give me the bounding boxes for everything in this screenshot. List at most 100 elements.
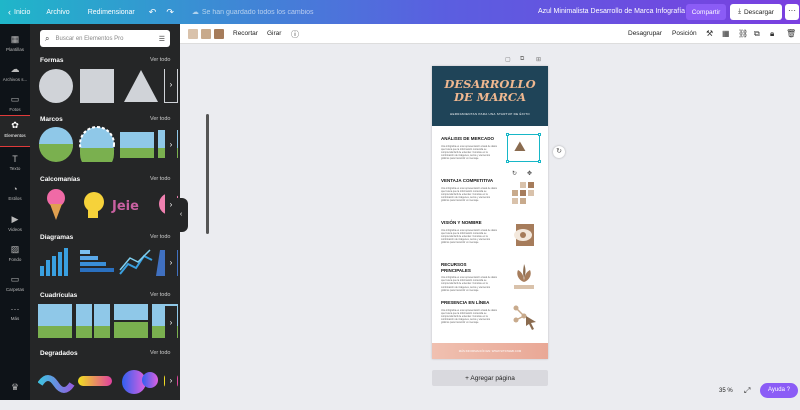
diagrams-thumbnails[interactable] (38, 246, 178, 278)
document-title[interactable]: Azul Minimalista Desarrollo de Marca Inf… (538, 8, 685, 15)
chevron-left-icon: ‹ (8, 7, 11, 17)
resize-menu[interactable]: Redimensionar (88, 9, 135, 16)
search-input[interactable]: ⌕ Buscar en Elementos Pro ☰ (40, 30, 170, 47)
cursor-network-icon[interactable] (512, 304, 538, 330)
see-all-grids[interactable]: Ver todo (150, 292, 171, 298)
transparency-icon[interactable]: ▦ (722, 29, 730, 38)
infographic-header: DESARROLLO DE MARCA HERRAMIENTAS PARA UNA… (432, 66, 548, 126)
save-status: ☁ Se han guardado todos los cambios (191, 8, 314, 17)
collapse-panel-button[interactable]: ‹ (174, 198, 188, 232)
see-all-diagrams[interactable]: Ver todo (150, 234, 171, 240)
zoom-level[interactable]: 35 % (719, 388, 733, 394)
help-button[interactable]: Ayuda ? (760, 383, 798, 398)
infographic-title[interactable]: DESARROLLO DE MARCA (432, 78, 548, 104)
sidebar-item-styles[interactable]: ◔ Estilos (0, 180, 30, 210)
crop-button[interactable]: Recortar (233, 30, 258, 37)
cloud-check-icon: ☁ (191, 9, 199, 16)
copy-icon[interactable]: ⧉ (754, 29, 760, 39)
left-sidebar: ▦ Plantillas ☁ Archivos s... ▭ Fotos ✿ Eleme… (0, 24, 31, 400)
stickers-thumbnails[interactable]: Jeie (38, 186, 178, 222)
position-button[interactable]: Posición (672, 30, 697, 37)
design-page[interactable]: DESARROLLO DE MARCA HERRAMIENTAS PARA UNA… (432, 66, 548, 359)
folder-icon: ▭ (10, 274, 20, 284)
scroll-right-grids[interactable]: › (165, 306, 177, 340)
download-icon: ⤓ (738, 8, 741, 15)
scroll-right-frames[interactable]: › (165, 128, 177, 162)
rotate-icon[interactable]: ↻ (512, 170, 517, 177)
see-all-shapes[interactable]: Ver todo (150, 57, 171, 63)
move-icon[interactable]: ✥ (527, 170, 532, 177)
infographic-footer[interactable]: MÁS INFORMACIÓN EN: WWW.SITIOWEB.COM (432, 343, 548, 359)
frames-thumbnails[interactable] (38, 126, 178, 162)
filter-icon[interactable]: ☰ (159, 35, 165, 43)
lock-icon[interactable]: 🔒︎ (770, 29, 774, 39)
more-options-button[interactable]: ··· (785, 4, 799, 20)
undo-button[interactable]: ↶ (149, 7, 157, 18)
grid-squares-icon[interactable] (512, 182, 536, 206)
sidebar-item-uploads[interactable]: ☁ Archivos s... (0, 60, 30, 90)
video-icon: ▶ (11, 214, 19, 224)
sidebar-item-templates[interactable]: ▦ Plantillas (0, 30, 30, 60)
link-icon[interactable]: ⛓ (738, 29, 748, 38)
more-icon: ··· (10, 304, 20, 314)
grids-thumbnails[interactable] (38, 304, 178, 340)
sidebar-item-more[interactable]: ··· Más (0, 300, 30, 330)
scroll-right-gradients[interactable]: › (165, 364, 177, 398)
ungroup-button[interactable]: Desagrupar (628, 30, 662, 37)
color-swatch-2[interactable] (201, 29, 211, 39)
sidebar-item-background[interactable]: ▨ Fondo (0, 240, 30, 270)
resize-handle[interactable] (506, 160, 509, 163)
svg-text:Jeie: Jeie (111, 199, 139, 214)
top-bar: ‹ Inicio Archivo Redimensionar ↶ ↷ ☁ Se ha… (0, 0, 800, 24)
photo-icon: ▭ (10, 94, 20, 104)
sidebar-item-elements[interactable]: ✿ Elementos (0, 115, 31, 147)
info-icon[interactable]: ⓘ (291, 29, 299, 40)
share-button[interactable]: Compartir (686, 4, 726, 20)
text-icon: T (12, 154, 18, 164)
download-button[interactable]: ⤓ Descargar (730, 4, 782, 20)
redo-button[interactable]: ↷ (166, 7, 174, 18)
duplicate-page-icon[interactable]: ⧉ (520, 56, 524, 63)
undo-icon: ↶ (148, 6, 157, 17)
file-menu[interactable]: Archivo (46, 9, 69, 16)
resize-handle[interactable] (538, 160, 541, 163)
page-note-icon[interactable]: ▢ (505, 56, 511, 63)
shapes-thumbnails[interactable] (38, 68, 178, 104)
section-title-diagrams: Diagramas (40, 234, 74, 241)
see-all-frames[interactable]: Ver todo (150, 116, 171, 122)
flip-button[interactable]: Girar (267, 30, 281, 37)
scroll-right-diagrams[interactable]: › (165, 246, 177, 280)
layout-icon: ▦ (10, 34, 20, 44)
add-page-icon[interactable]: ⊞ (536, 56, 541, 63)
sidebar-item-videos[interactable]: ▶ Videos (0, 210, 30, 240)
sidebar-item-folders[interactable]: ▭ Carpetas (0, 270, 30, 300)
section-title-stickers: Calcomanías (40, 176, 81, 183)
gradients-thumbnails[interactable] (38, 368, 178, 396)
add-page-button[interactable]: + Agregar página (432, 370, 548, 386)
trash-icon[interactable]: 🗑︎ (786, 29, 796, 38)
see-all-gradients[interactable]: Ver todo (150, 350, 171, 356)
scroll-right-shapes[interactable]: › (165, 68, 177, 102)
infographic-subtitle[interactable]: HERRAMIENTAS PARA UNA STARTUP DE ÉXITO (432, 112, 548, 116)
eye-icon[interactable] (512, 224, 536, 248)
color-swatch-3[interactable] (214, 29, 224, 39)
section-title-gradients: Degradados (40, 350, 78, 357)
plant-icon[interactable] (512, 264, 536, 290)
panel-scrollbar[interactable] (206, 114, 209, 234)
resize-handle[interactable] (538, 133, 541, 136)
fullscreen-icon[interactable]: ⤢ (744, 386, 750, 396)
home-button[interactable]: ‹ Inicio (8, 7, 30, 17)
sidebar-item-text[interactable]: T Texto (0, 150, 30, 180)
refresh-icon[interactable]: ↻ (553, 146, 565, 158)
selection-box[interactable] (506, 133, 541, 163)
see-all-stickers[interactable]: Ver todo (150, 176, 171, 182)
color-swatch-1[interactable] (188, 29, 198, 39)
paint-format-icon[interactable]: ⚒ (706, 29, 713, 38)
resize-handle[interactable] (506, 133, 509, 136)
redo-icon: ↷ (166, 6, 174, 17)
elements-icon: ✿ (11, 120, 19, 130)
section-title-shapes: Formas (40, 57, 64, 64)
section-title-grids: Cuadrículas (40, 292, 78, 299)
background-icon: ▨ (10, 244, 20, 254)
upload-icon: ☁ (10, 64, 20, 74)
